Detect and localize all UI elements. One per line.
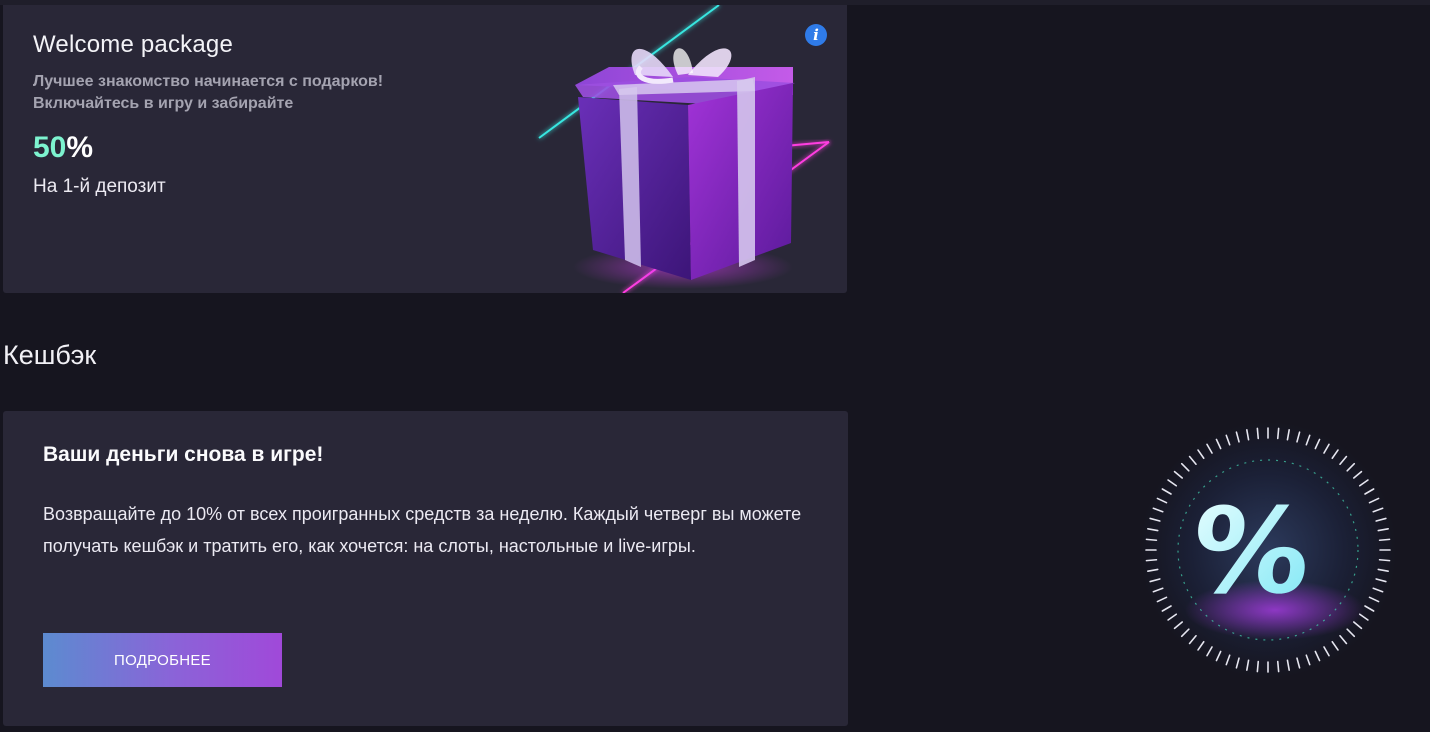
welcome-subtitle-line-2: Включайтесь в игру и забирайте [33, 95, 294, 112]
cashback-card-title: Ваши деньги снова в игре! [43, 443, 324, 466]
bonus-percent-value: 50 [33, 131, 67, 164]
cashback-description: Возвращайте до 10% от всех проигранных с… [43, 504, 802, 556]
percent-glyph: % [1185, 482, 1318, 620]
dial-tick [1378, 558, 1391, 562]
percent-dial-icon: % [1140, 422, 1396, 678]
dial-tick [1276, 660, 1280, 673]
dial-tick [1256, 427, 1260, 440]
cashback-card: Ваши деньги снова в игре! Возвращайте до… [3, 411, 848, 726]
welcome-subtitle: Лучшее знакомство начинается с подарков!… [33, 71, 493, 115]
deposit-label: На 1-й депозит [33, 176, 166, 197]
gift-box-icon [538, 5, 830, 293]
dial-tick [1145, 538, 1158, 542]
dial-tick [1145, 558, 1158, 562]
dial-tick [1276, 427, 1280, 440]
bonus-percent: 50% [33, 131, 93, 165]
dial-tick [1378, 538, 1391, 542]
welcome-subtitle-line-1: Лучшее знакомство начинается с подарков! [33, 73, 384, 90]
more-details-button[interactable]: ПОДРОБНЕЕ [43, 633, 282, 687]
welcome-title: Welcome package [33, 31, 233, 58]
dial-tick [1256, 660, 1260, 673]
cashback-section-title: Кешбэк [3, 340, 97, 370]
welcome-package-card[interactable]: Welcome package Лучшее знакомство начина… [3, 5, 847, 293]
info-icon[interactable]: i [805, 24, 827, 46]
bonus-percent-sign: % [66, 131, 94, 164]
